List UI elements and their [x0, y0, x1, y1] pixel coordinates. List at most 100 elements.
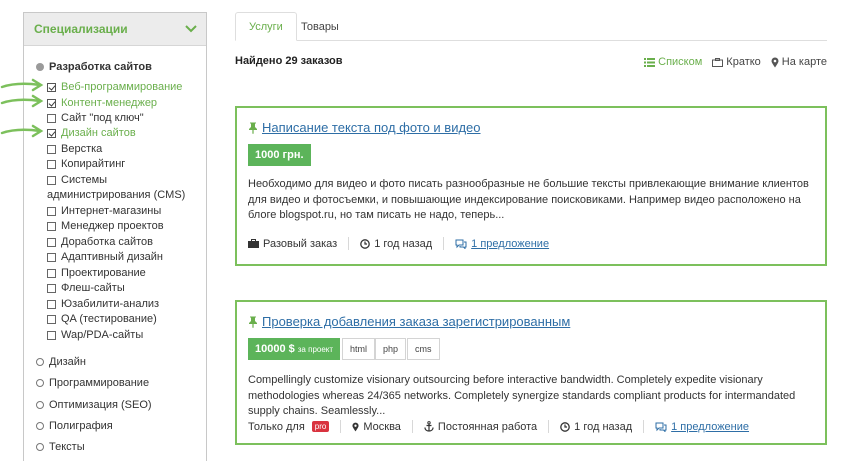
sidebar-title: Специализации: [34, 22, 128, 36]
order-type-label: Разовый заказ: [263, 237, 338, 250]
order-employment: Постоянная работа: [424, 421, 537, 433]
checkbox[interactable]: [47, 206, 56, 216]
bullet-icon: [36, 63, 44, 71]
view-list-button[interactable]: Списком: [644, 56, 702, 68]
comments-icon: [455, 239, 467, 249]
view-label: Кратко: [726, 56, 761, 68]
subcategory-label: Веб-программирование: [61, 81, 183, 93]
order-time: 1 год назад: [560, 421, 632, 433]
view-brief-button[interactable]: Кратко: [712, 56, 761, 68]
subcategory-qa[interactable]: QA (тестирование): [47, 313, 157, 325]
briefcase-icon: [248, 239, 259, 248]
order-meta: Разовый заказ 1 год назад 1 предложение: [248, 237, 549, 250]
divider: [411, 420, 413, 433]
category-design[interactable]: Дизайн: [36, 356, 86, 368]
checkbox[interactable]: [47, 237, 56, 247]
subcategory-site-design[interactable]: Дизайн сайтов: [47, 127, 136, 139]
order-description: Необходимо для видео и фото писать разно…: [248, 178, 809, 221]
price-badge: 1000 грн.: [248, 144, 311, 166]
location-label: Москва: [363, 420, 401, 433]
subcategory-label: Wap/PDA-сайты: [61, 329, 144, 341]
pro-badge: pro: [311, 421, 330, 432]
checkbox[interactable]: [47, 144, 56, 154]
order-type: Разовый заказ: [248, 238, 337, 250]
checkbox[interactable]: [47, 299, 56, 309]
divider: [340, 420, 342, 433]
radio-icon: [36, 358, 44, 366]
checkbox[interactable]: [47, 113, 56, 123]
subcategory-site-improvement[interactable]: Доработка сайтов: [47, 236, 153, 248]
tab-bar: Услуги Товары: [235, 12, 827, 41]
comments-icon: [655, 422, 667, 432]
category-printing[interactable]: Полиграфия: [36, 420, 113, 432]
annotation-arrow-icon: [0, 124, 44, 138]
category-label: Программирование: [49, 377, 150, 389]
skill-tag[interactable]: html: [342, 338, 376, 360]
subcategory-label: QA (тестирование): [61, 313, 157, 325]
subcategory-content-manager[interactable]: Контент-менеджер: [47, 97, 157, 109]
results-count: Найдено 29 заказов: [235, 55, 343, 67]
checkbox[interactable]: [47, 314, 56, 324]
subcategory-cms[interactable]: Системы: [47, 174, 107, 186]
skill-tag[interactable]: cms: [407, 338, 440, 360]
checkbox[interactable]: [47, 98, 56, 108]
subcategory-turnkey-site[interactable]: Сайт "под ключ": [47, 112, 144, 124]
chevron-down-icon[interactable]: [185, 24, 197, 34]
category-seo[interactable]: Оптимизация (SEO): [36, 399, 152, 411]
list-icon: [644, 57, 656, 67]
subcategory-prototyping[interactable]: Проектирование: [47, 267, 146, 279]
checkbox[interactable]: [47, 175, 56, 185]
checkbox[interactable]: [47, 268, 56, 278]
offers-link[interactable]: 1 предложение: [471, 238, 549, 250]
order-title-link[interactable]: Проверка добавления заказа зарегистриров…: [262, 314, 570, 329]
briefcase-icon: [712, 57, 724, 67]
checkbox[interactable]: [47, 82, 56, 92]
divider: [548, 420, 550, 433]
category-programming[interactable]: Программирование: [36, 377, 149, 389]
price-note: за проект: [297, 344, 334, 354]
subcategory-layout[interactable]: Верстка: [47, 143, 102, 155]
tab-goods[interactable]: Товары: [288, 12, 352, 41]
radio-icon: [36, 422, 44, 430]
checkbox[interactable]: [47, 221, 56, 231]
subcategory-wap-pda[interactable]: Wap/PDA-сайты: [47, 329, 143, 341]
checkbox[interactable]: [47, 128, 56, 138]
divider: [348, 237, 350, 250]
subcategory-project-manager[interactable]: Менеджер проектов: [47, 220, 164, 232]
subcategory-copywriting[interactable]: Копирайтинг: [47, 158, 125, 170]
subcategory-label: Копирайтинг: [61, 158, 126, 170]
checkbox[interactable]: [47, 252, 56, 262]
view-switcher: Списком Кратко На карте: [644, 56, 827, 68]
order-title-row: Написание текста под фото и видео: [248, 120, 481, 135]
subcategory-label: Дизайн сайтов: [61, 127, 136, 139]
order-title-row: Проверка добавления заказа зарегистриров…: [248, 314, 570, 329]
offers-link[interactable]: 1 предложение: [671, 421, 749, 433]
category-web-development[interactable]: Разработка сайтов: [36, 61, 152, 73]
view-map-button[interactable]: На карте: [771, 56, 827, 68]
order-offers[interactable]: 1 предложение: [455, 238, 549, 250]
checkbox[interactable]: [47, 159, 56, 169]
subcategory-label: Юзабилити-анализ: [61, 298, 160, 310]
subcategory-usability[interactable]: Юзабилити-анализ: [47, 298, 159, 310]
clock-icon: [360, 238, 371, 249]
subcategory-online-stores[interactable]: Интернет-магазины: [47, 205, 161, 217]
subcategory-adaptive-design[interactable]: Адаптивный дизайн: [47, 251, 163, 263]
skill-tag[interactable]: php: [375, 338, 407, 360]
subcategory-web-programming[interactable]: Веб-программирование: [47, 81, 182, 93]
order-title-link[interactable]: Написание текста под фото и видео: [262, 120, 481, 135]
subcategory-label: Контент-менеджер: [61, 97, 158, 109]
price-value: 1000 грн.: [255, 149, 304, 161]
subcategory-label: Флеш-сайты: [61, 282, 125, 294]
checkbox[interactable]: [47, 330, 56, 340]
category-texts[interactable]: Тексты: [36, 441, 85, 453]
employment-label: Постоянная работа: [437, 420, 538, 433]
pin-icon: [248, 122, 258, 134]
order-offers[interactable]: 1 предложение: [655, 421, 749, 433]
order-description: Compellingly customize visionary outsour…: [248, 374, 796, 417]
subcategory-flash-sites[interactable]: Флеш-сайты: [47, 282, 125, 294]
sidebar-header[interactable]: Специализации: [24, 13, 206, 46]
map-marker-icon: [771, 57, 779, 68]
category-label: Дизайн: [49, 356, 86, 368]
order-time-label: 1 год назад: [574, 420, 633, 433]
checkbox[interactable]: [47, 283, 56, 293]
